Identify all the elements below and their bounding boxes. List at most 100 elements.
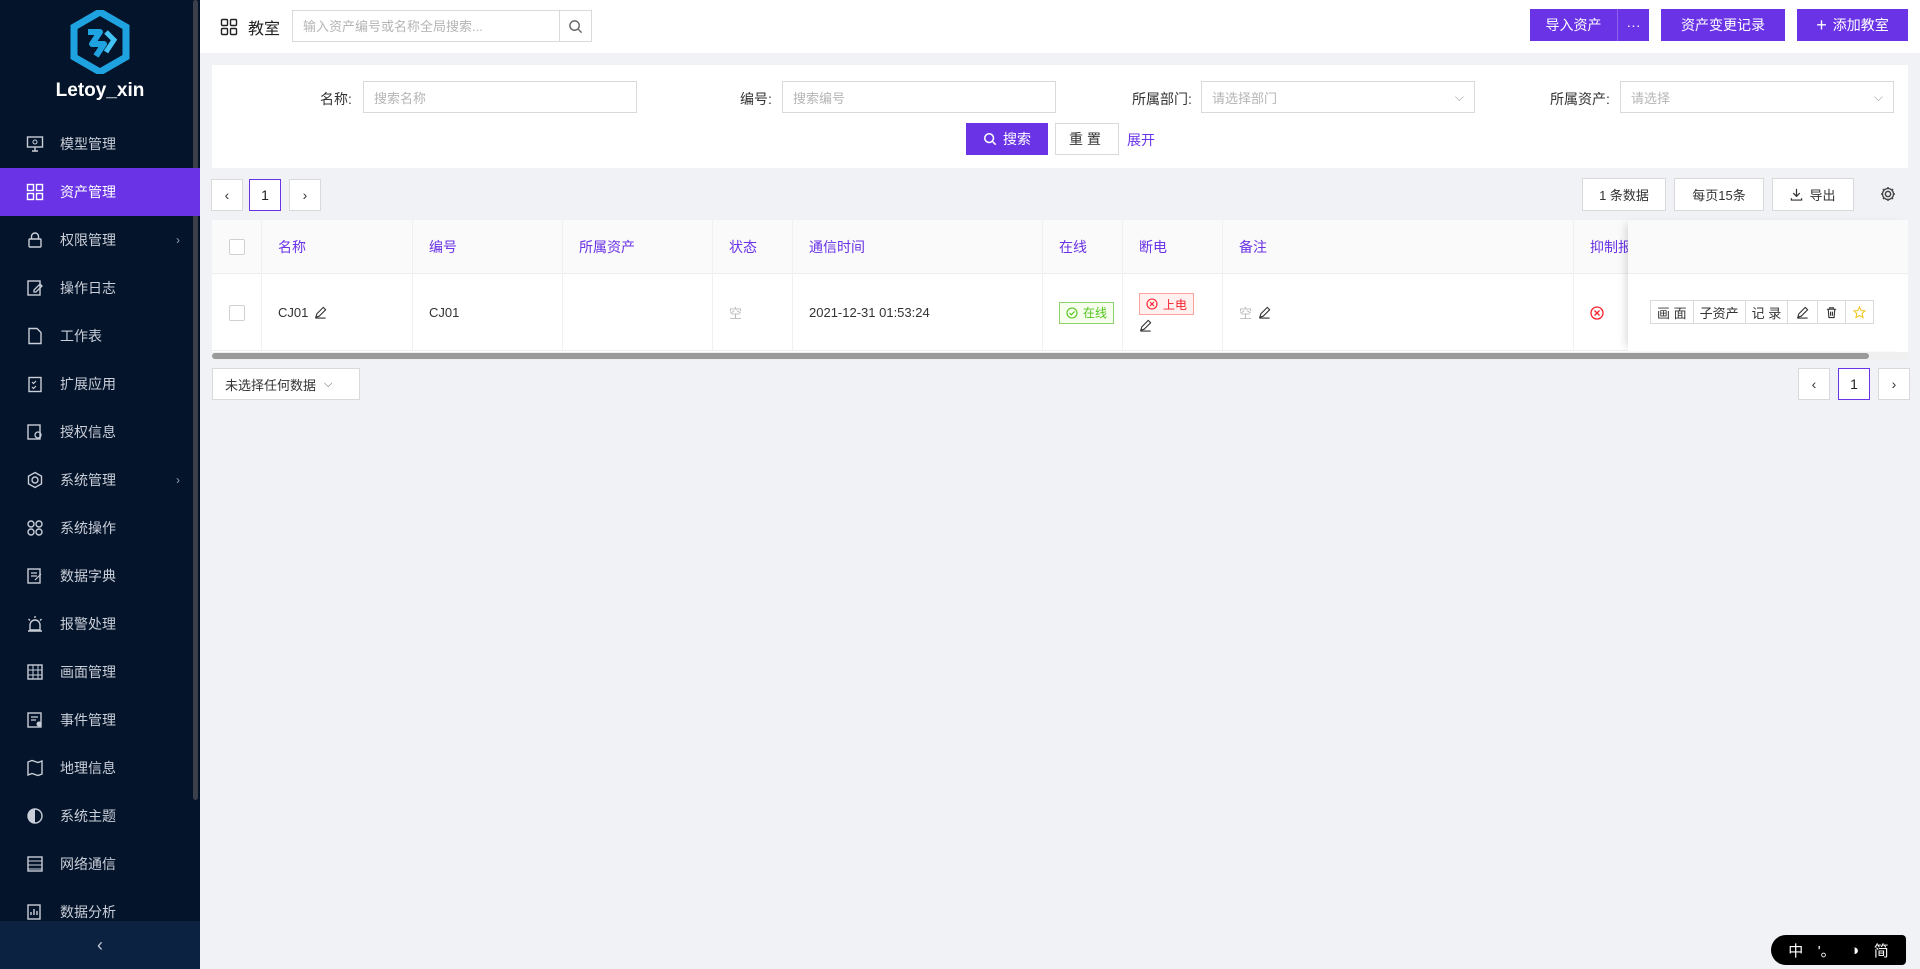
select-all-checkbox[interactable] [229,239,245,255]
sidebar-item-label: 地理信息 [60,760,116,776]
sidebar-item-label: 模型管理 [60,136,116,152]
cell-parent-asset [563,274,713,351]
search-button[interactable]: 搜索 [966,123,1048,155]
ime-width-icon[interactable]: ◑ [1850,942,1859,959]
dictionary-icon [26,567,44,585]
col-online[interactable]: 在线 [1043,220,1123,274]
scrollbar-thumb[interactable] [212,353,1869,359]
grid-icon [220,18,238,36]
cell-power: 上电 [1123,274,1223,351]
edit-pencil-icon[interactable] [1139,319,1152,332]
favorite-button[interactable] [1846,300,1875,324]
sidebar-item-network[interactable]: 网络通信 [0,840,200,888]
cell-status: 空 [713,274,793,351]
sidebar-item-canvas[interactable]: 画面管理 [0,648,200,696]
expand-link[interactable]: 展开 [1127,130,1155,150]
sidebar-item-label: 授权信息 [60,424,116,440]
sidebar-item-dictionary[interactable]: 数据字典 [0,552,200,600]
cell-remark: 空 [1223,274,1574,351]
dept-filter-select[interactable]: 请选择部门 ⌵ [1201,81,1475,113]
sidebar-item-assets[interactable]: 资产管理 [0,168,200,216]
asset-history-button[interactable]: 资产变更记录 [1661,9,1785,41]
row-actions: 画 面 子资产 记 录 [1650,300,1875,324]
records-button[interactable]: 记 录 [1745,300,1789,324]
col-comm-time[interactable]: 通信时间 [793,220,1043,274]
global-search-button[interactable] [559,11,591,41]
edit-pencil-icon[interactable] [1258,306,1271,319]
col-code[interactable]: 编号 [413,220,563,274]
page-size-button[interactable]: 每页15条 [1674,178,1764,211]
col-status[interactable]: 状态 [713,220,793,274]
logo-icon [70,10,130,74]
footer-prev-page-button[interactable]: ‹ [1798,368,1830,400]
close-circle-icon [1146,298,1158,310]
col-name[interactable]: 名称 [262,220,413,274]
sidebar-item-system[interactable]: 系统管理 › [0,456,200,504]
sidebar-item-license[interactable]: 授权信息 [0,408,200,456]
sidebar-item-label: 权限管理 [60,232,116,248]
map-icon [26,759,44,777]
ime-mode[interactable]: 中 [1788,940,1803,961]
edit-doc-icon [26,279,44,297]
sidebar-item-label: 工作表 [60,328,102,344]
row-checkbox[interactable] [229,304,245,321]
sidebar-item-extensions[interactable]: 扩展应用 [0,360,200,408]
sidebar-item-model[interactable]: 模型管理 [0,120,200,168]
chevron-right-icon: › [176,473,180,487]
selection-dropdown[interactable]: 未选择任何数据 ⌵ [212,368,360,400]
col-power[interactable]: 断电 [1123,220,1223,274]
next-page-button[interactable]: › [289,179,321,211]
asset-filter-label: 所属资产: [1550,91,1610,107]
sidebar-item-label: 系统管理 [60,472,116,488]
monitor-icon [26,135,44,153]
sidebar-item-alarms[interactable]: 报警处理 [0,600,200,648]
current-page[interactable]: 1 [249,179,281,211]
table-horizontal-scrollbar[interactable] [212,352,1908,360]
sidebar-item-permissions[interactable]: 权限管理 › [0,216,200,264]
selection-label: 未选择任何数据 [225,377,317,393]
prev-page-button[interactable]: ‹ [211,179,243,211]
import-assets-button[interactable]: 导入资产 [1530,9,1617,41]
ime-toolbar[interactable]: 中 '。 ◑ 简 [1771,935,1906,965]
power-badge[interactable]: 上电 [1139,293,1195,315]
name-filter-input[interactable]: 搜索名称 [363,81,637,113]
sidebar-item-theme[interactable]: 系统主题 [0,792,200,840]
reset-button[interactable]: 重置 [1055,123,1119,155]
sidebar-item-events[interactable]: 事件管理 [0,696,200,744]
asset-filter-select[interactable]: 请选择 ⌵ [1620,81,1894,113]
sidebar-item-label: 资产管理 [60,184,116,200]
col-parent-asset[interactable]: 所属资产 [563,220,713,274]
cell-name: CJ01 [262,274,413,351]
edit-button[interactable] [1788,300,1819,324]
footer-current-page[interactable]: 1 [1838,368,1870,400]
code-filter-input[interactable]: 搜索编号 [782,81,1056,113]
settings-gear-icon[interactable] [1878,184,1898,204]
sidebar-item-label: 数据分析 [60,904,116,920]
view-canvas-button[interactable]: 画 面 [1650,300,1694,324]
export-button[interactable]: 导出 [1772,178,1854,211]
ime-punctuation[interactable]: '。 [1818,940,1836,961]
sidebar-item-geo[interactable]: 地理信息 [0,744,200,792]
edit-pencil-icon[interactable] [314,306,327,319]
record-count: 1 条数据 [1582,178,1666,211]
sidebar-collapse-button[interactable]: ‹ [0,921,200,969]
ime-script[interactable]: 简 [1874,940,1889,961]
name-filter-label: 名称: [320,91,352,107]
more-button[interactable]: ··· [1617,9,1649,41]
delete-button[interactable] [1818,300,1847,324]
select-all-cell [212,220,262,274]
global-search-input[interactable] [293,11,559,41]
sidebar-item-label: 扩展应用 [60,376,116,392]
sidebar-item-worksheet[interactable]: 工作表 [0,312,200,360]
asset-filter-placeholder: 请选择 [1631,90,1671,106]
footer-next-page-button[interactable]: › [1878,368,1910,400]
file-icon [26,327,44,345]
row-select-cell [212,274,262,351]
sidebar-item-sysops[interactable]: 系统操作 [0,504,200,552]
online-badge-label: 在线 [1083,306,1108,320]
sidebar-item-oplog[interactable]: 操作日志 [0,264,200,312]
chevron-down-icon: ⌵ [324,377,333,390]
add-classroom-button[interactable]: + 添加教室 [1797,9,1908,41]
col-remark[interactable]: 备注 [1223,220,1574,274]
sub-assets-button[interactable]: 子资产 [1693,300,1746,324]
